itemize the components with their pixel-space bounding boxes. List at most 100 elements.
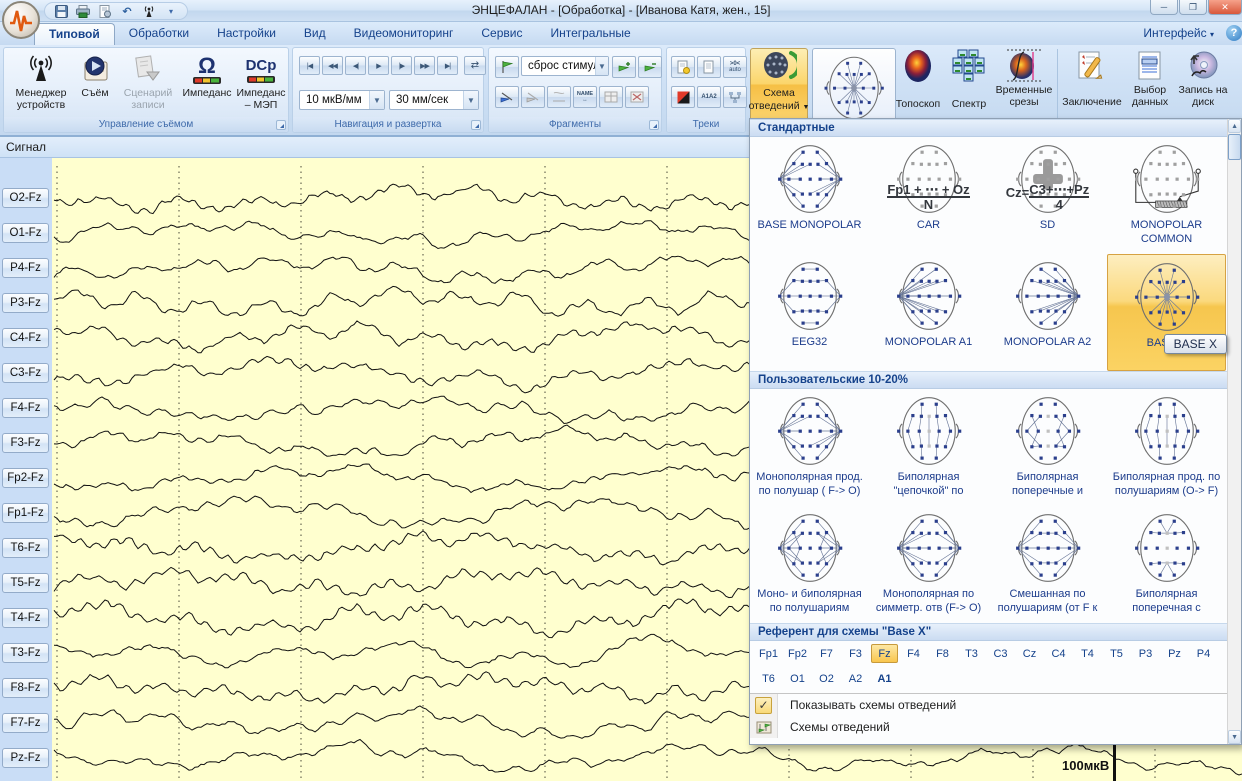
- electrode-button-P4[interactable]: P4: [1190, 644, 1217, 663]
- channel-button-F3-Fz[interactable]: F3-Fz: [2, 433, 49, 453]
- montage-item-биполярная-прод-по-полушариям-o-f-[interactable]: Биполярная прод. по полушариям (O-> F): [1107, 389, 1226, 506]
- restore-button[interactable]: ❐: [1179, 0, 1207, 15]
- burn-disk-button[interactable]: Запись на диск: [1176, 48, 1230, 114]
- montage-item-биполярная-поперечная-с[interactable]: Биполярная поперечная с: [1107, 506, 1226, 623]
- channel-button-F7-Fz[interactable]: F7-Fz: [2, 713, 49, 733]
- electrode-button-T4[interactable]: T4: [1074, 644, 1101, 663]
- electrode-button-Cz[interactable]: Cz: [1016, 644, 1043, 663]
- impedance-button[interactable]: Ω Импеданс: [180, 51, 234, 117]
- montage-item-биполярная-поперечные-и[interactable]: Биполярная поперечные и: [988, 389, 1107, 506]
- electrode-button-T5[interactable]: T5: [1103, 644, 1130, 663]
- electrode-button-O2[interactable]: O2: [813, 669, 840, 688]
- playback-button-6[interactable]: ▶|: [437, 56, 458, 75]
- fragment-flag-icon[interactable]: [495, 56, 519, 78]
- montage-item-monopolar-a1[interactable]: MONOPOLAR A1: [869, 254, 988, 371]
- acquire-button[interactable]: Съём: [76, 51, 114, 117]
- time-slices-button[interactable]: Временные срезы: [992, 48, 1056, 114]
- montage-item-моно-и-биполярная-по-полушариям[interactable]: Моно- и биполярная по полушариям: [750, 506, 869, 623]
- remove-fragment-flag-icon[interactable]: [638, 56, 662, 78]
- electrode-button-A2[interactable]: A2: [842, 669, 869, 688]
- electrode-button-Fp1[interactable]: Fp1: [755, 644, 782, 663]
- electrode-button-C4[interactable]: C4: [1045, 644, 1072, 663]
- montage-item-base-x[interactable]: BASE XBASE X: [1107, 254, 1226, 371]
- electrode-button-P3[interactable]: P3: [1132, 644, 1159, 663]
- help-icon[interactable]: ?: [1226, 25, 1242, 41]
- channel-button-F4-Fz[interactable]: F4-Fz: [2, 398, 49, 418]
- speed-combobox[interactable]: 30 мм/сек ▼: [389, 90, 479, 110]
- channel-button-C4-Fz[interactable]: C4-Fz: [2, 328, 49, 348]
- autoscale-icon[interactable]: >0<auto: [723, 56, 747, 78]
- montage-scheme-button[interactable]: Схема отведений ▼: [750, 48, 808, 128]
- channel-button-T5-Fz[interactable]: T5-Fz: [2, 573, 49, 593]
- channel-button-T3-Fz[interactable]: T3-Fz: [2, 643, 49, 663]
- checked-checkbox-icon[interactable]: ✓: [755, 697, 772, 714]
- montage-item-monopolar-a2[interactable]: MONOPOLAR A2: [988, 254, 1107, 371]
- channel-button-T6-Fz[interactable]: T6-Fz: [2, 538, 49, 558]
- copy-track-icon[interactable]: [697, 56, 721, 78]
- channel-button-Pz-Fz[interactable]: Pz-Fz: [2, 748, 49, 768]
- montage-item-монополярная-по-симметр-отв-f-o-[interactable]: Монополярная по симметр. отв (F-> O): [869, 506, 988, 623]
- sweep-combobox[interactable]: 10 мкВ/мм ▼: [299, 90, 385, 110]
- dialog-launcher-icon[interactable]: [471, 120, 481, 130]
- electrode-button-O1[interactable]: O1: [784, 669, 811, 688]
- electrode-button-Fp2[interactable]: Fp2: [784, 644, 811, 663]
- electrode-button-F7[interactable]: F7: [813, 644, 840, 663]
- dialog-launcher-icon[interactable]: [649, 120, 659, 130]
- track-tree-icon[interactable]: [723, 86, 747, 108]
- scroll-down-icon[interactable]: ▼: [1228, 730, 1241, 744]
- current-montage-preview-button[interactable]: [812, 48, 896, 128]
- montage-item-монополярная-прод-по-полушар-f-o-[interactable]: Монополярная прод. по полушар ( F-> O): [750, 389, 869, 506]
- playback-button-3[interactable]: ▶: [368, 56, 389, 75]
- fragment-delete-icon[interactable]: [625, 86, 649, 108]
- montage-item-sd[interactable]: Cz=C3+⋯+Pz4SD: [988, 137, 1107, 254]
- fragment-name-icon[interactable]: NAME↔: [573, 86, 597, 108]
- app-logo-icon[interactable]: [2, 1, 40, 39]
- scroll-thumb[interactable]: [1228, 134, 1241, 160]
- montage-item-car[interactable]: Fp1 + ⋯ + OzNCAR: [869, 137, 988, 254]
- montage-item-eeg32[interactable]: EEG32: [750, 254, 869, 371]
- data-select-button[interactable]: Выбор данных: [1126, 48, 1174, 114]
- montage-item-смешанная-по-полушариям-от-f-к[interactable]: Смешанная по полушариям (от F к: [988, 506, 1107, 623]
- playback-button-5[interactable]: ▶▶: [414, 56, 435, 75]
- montage-item-биполярная-цепочкой-по[interactable]: Биполярная "цепочкой" по: [869, 389, 988, 506]
- fragment-combobox[interactable]: сброс стимуля ▼: [521, 56, 609, 76]
- close-button[interactable]: ✕: [1208, 0, 1242, 15]
- flag-clear-icon[interactable]: [521, 86, 545, 108]
- tab-типовой[interactable]: Типовой: [34, 23, 115, 45]
- tab-вид[interactable]: Вид: [290, 23, 340, 45]
- dialog-launcher-icon[interactable]: [276, 120, 286, 130]
- playback-button-1[interactable]: ◀◀: [322, 56, 343, 75]
- electrode-button-C3[interactable]: C3: [987, 644, 1014, 663]
- playback-button-4[interactable]: |▶: [391, 56, 412, 75]
- montage-item-monopolar-common[interactable]: MONOPOLAR COMMON: [1107, 137, 1226, 254]
- montage-item-base-monopolar[interactable]: BASE MONOPOLAR: [750, 137, 869, 254]
- channel-button-Fp2-Fz[interactable]: Fp2-Fz: [2, 468, 49, 488]
- toposcope-button[interactable]: Топоскоп: [890, 48, 946, 114]
- panel-scrollbar[interactable]: ▲ ▼: [1227, 119, 1241, 744]
- report-button[interactable]: Заключение: [1060, 48, 1124, 114]
- tab-обработки[interactable]: Обработки: [115, 23, 203, 45]
- add-fragment-flag-icon[interactable]: [612, 56, 636, 78]
- tab-интегральные[interactable]: Интегральные: [536, 23, 644, 45]
- fragment-measure-icon[interactable]: [547, 86, 571, 108]
- electrode-button-F4[interactable]: F4: [900, 644, 927, 663]
- playback-button-0[interactable]: |◀: [299, 56, 320, 75]
- step-settings-button[interactable]: ⇄: [464, 56, 486, 75]
- electrode-button-Pz[interactable]: Pz: [1161, 644, 1188, 663]
- scroll-up-icon[interactable]: ▲: [1228, 119, 1241, 133]
- tab-видеомониторинг[interactable]: Видеомониторинг: [340, 23, 468, 45]
- show-schemes-menu-item[interactable]: ✓ Показывать схемы отведений: [750, 694, 1227, 716]
- interface-menu[interactable]: Интерфейс ▾: [1143, 26, 1214, 40]
- schemes-menu-item[interactable]: Схемы отведений: [750, 716, 1227, 738]
- flag-edit-icon[interactable]: [495, 86, 519, 108]
- channel-button-O2-Fz[interactable]: O2-Fz: [2, 188, 49, 208]
- device-manager-button[interactable]: Менеджер устройств: [8, 51, 74, 117]
- electrode-button-F3[interactable]: F3: [842, 644, 869, 663]
- tab-настройки[interactable]: Настройки: [203, 23, 290, 45]
- tab-сервис[interactable]: Сервис: [467, 23, 536, 45]
- impedance-mep-button[interactable]: DCp Импеданс – МЭП: [234, 51, 288, 117]
- fragment-table-icon[interactable]: [599, 86, 623, 108]
- channel-button-P4-Fz[interactable]: P4-Fz: [2, 258, 49, 278]
- electrode-button-T3[interactable]: T3: [958, 644, 985, 663]
- channel-button-Fp1-Fz[interactable]: Fp1-Fz: [2, 503, 49, 523]
